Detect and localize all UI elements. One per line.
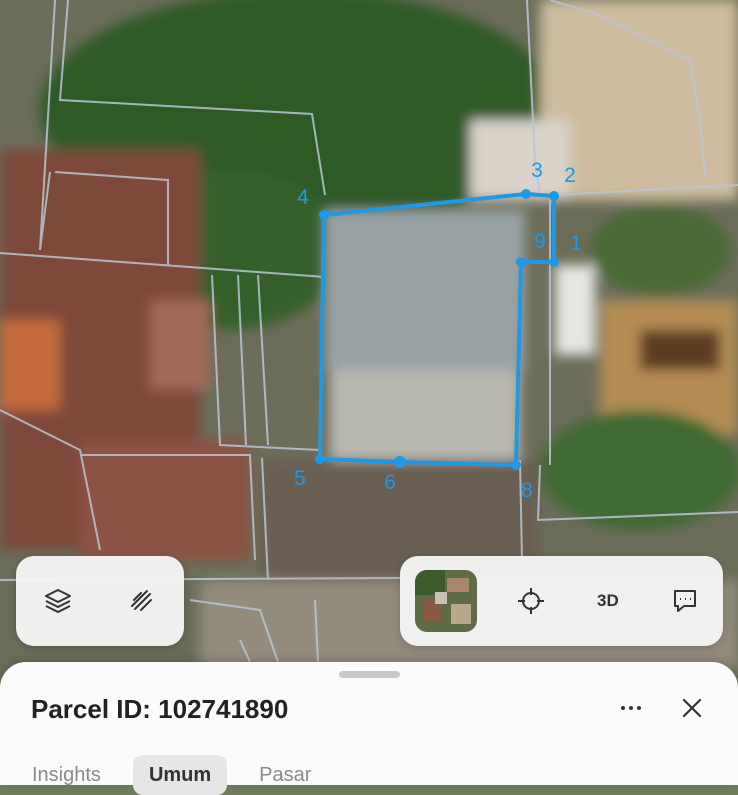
sheet-tabs: Insights Umum Pasar (16, 755, 327, 795)
vertex-label-6: 6 (384, 471, 396, 494)
sheet-drag-handle[interactable] (339, 671, 400, 678)
parcel-vertex-6[interactable] (394, 456, 406, 468)
parcel-vertex-4[interactable] (319, 210, 329, 220)
map-tools-panel (16, 556, 184, 646)
tab-umum[interactable]: Umum (132, 755, 228, 795)
locate-icon[interactable] (508, 578, 554, 624)
vertex-label-1: 1 (570, 232, 582, 255)
vertex-label-4: 4 (297, 186, 309, 209)
parcel-title: Parcel ID: 102741890 (31, 694, 289, 724)
parcel-vertex-2[interactable] (549, 191, 559, 201)
vertex-label-8: 8 (521, 479, 533, 502)
map-controls-panel: 3D (400, 556, 723, 646)
parcel-vertex-9[interactable] (516, 257, 526, 267)
satellite-thumbnail[interactable] (415, 570, 478, 632)
parcel-vertex-1[interactable] (549, 257, 559, 267)
more-options-icon[interactable] (611, 690, 651, 726)
3d-label: 3D (597, 591, 619, 610)
parcel-vertex-3[interactable] (521, 189, 531, 199)
parcel-vertex-8[interactable] (511, 460, 521, 470)
close-icon[interactable] (670, 690, 714, 726)
vertex-label-3: 3 (531, 159, 543, 182)
tab-insights[interactable]: Insights (16, 755, 117, 795)
vertex-label-5: 5 (294, 467, 306, 490)
vertex-label-9: 9 (534, 230, 546, 253)
parcel-vertex-5[interactable] (315, 454, 325, 464)
vertex-label-2: 2 (564, 164, 576, 187)
draw-line-icon[interactable] (119, 578, 165, 624)
3d-toggle[interactable]: 3D (585, 578, 631, 624)
parcel-bottom-sheet: Parcel ID: 102741890 Insights Umum Pasar (0, 662, 738, 795)
layers-icon[interactable] (35, 578, 81, 624)
feedback-icon[interactable] (662, 578, 708, 624)
tab-pasar[interactable]: Pasar (243, 755, 327, 795)
